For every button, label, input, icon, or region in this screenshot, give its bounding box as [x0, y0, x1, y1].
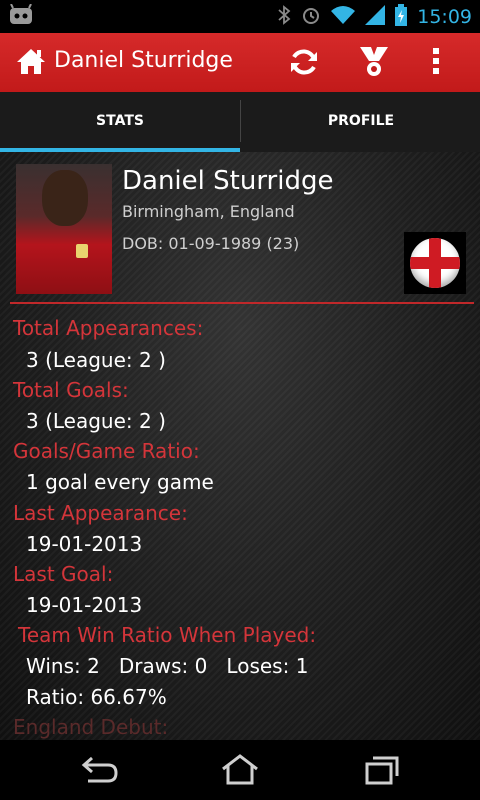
goals-game-ratio-label: Goals/Game Ratio: [13, 439, 200, 463]
alarm-icon [301, 5, 321, 29]
tab-stats[interactable]: STATS [0, 92, 240, 150]
share-icon[interactable] [358, 45, 390, 83]
bluetooth-icon [277, 4, 291, 29]
back-icon[interactable] [80, 754, 120, 790]
navigation-bar [0, 740, 480, 800]
total-goals-value: 3 (League: 2 ) [26, 409, 166, 433]
action-bar: Daniel Sturridge [0, 33, 480, 92]
last-appearance-value: 19-01-2013 [26, 532, 143, 556]
wifi-icon [331, 5, 356, 29]
player-birthplace: Birmingham, England [122, 202, 295, 221]
player-name: Daniel Sturridge [122, 166, 334, 196]
stats-content[interactable]: Daniel Sturridge Birmingham, England DOB… [0, 152, 480, 740]
status-clock: 15:09 [417, 5, 472, 28]
battery-icon [395, 3, 408, 30]
app-title: Daniel Sturridge [54, 48, 233, 73]
overflow-menu-icon[interactable] [432, 46, 440, 80]
england-debut-label: England Debut: [13, 715, 169, 739]
goals-game-ratio-value: 1 goal every game [26, 470, 214, 494]
home-icon[interactable] [16, 47, 46, 79]
team-win-ratio-value: Ratio: 66.67% [26, 685, 167, 709]
player-photo [16, 164, 112, 294]
status-bar: 15:09 [0, 0, 480, 33]
last-appearance-label: Last Appearance: [13, 501, 188, 525]
team-win-ratio-record: Wins: 2 Draws: 0 Loses: 1 [26, 654, 309, 678]
refresh-icon[interactable] [288, 46, 320, 82]
team-win-ratio-label: Team Win Ratio When Played: [18, 623, 317, 647]
header-divider [10, 302, 474, 304]
android-notification-icon [8, 3, 34, 30]
player-dob: DOB: 01-09-1989 (23) [122, 234, 300, 253]
tab-profile[interactable]: PROFILE [240, 100, 480, 142]
total-appearances-label: Total Appearances: [13, 316, 204, 340]
england-flag-icon [404, 232, 466, 294]
home-nav-icon[interactable] [220, 754, 260, 790]
player-photo-head [42, 170, 88, 226]
recent-apps-icon[interactable] [364, 754, 400, 790]
player-photo-crest [76, 244, 88, 258]
signal-icon [365, 4, 386, 29]
tab-bar: STATS PROFILE [0, 92, 480, 154]
total-goals-label: Total Goals: [13, 378, 129, 402]
last-goal-value: 19-01-2013 [26, 593, 143, 617]
total-appearances-value: 3 (League: 2 ) [26, 348, 166, 372]
last-goal-label: Last Goal: [13, 562, 114, 586]
